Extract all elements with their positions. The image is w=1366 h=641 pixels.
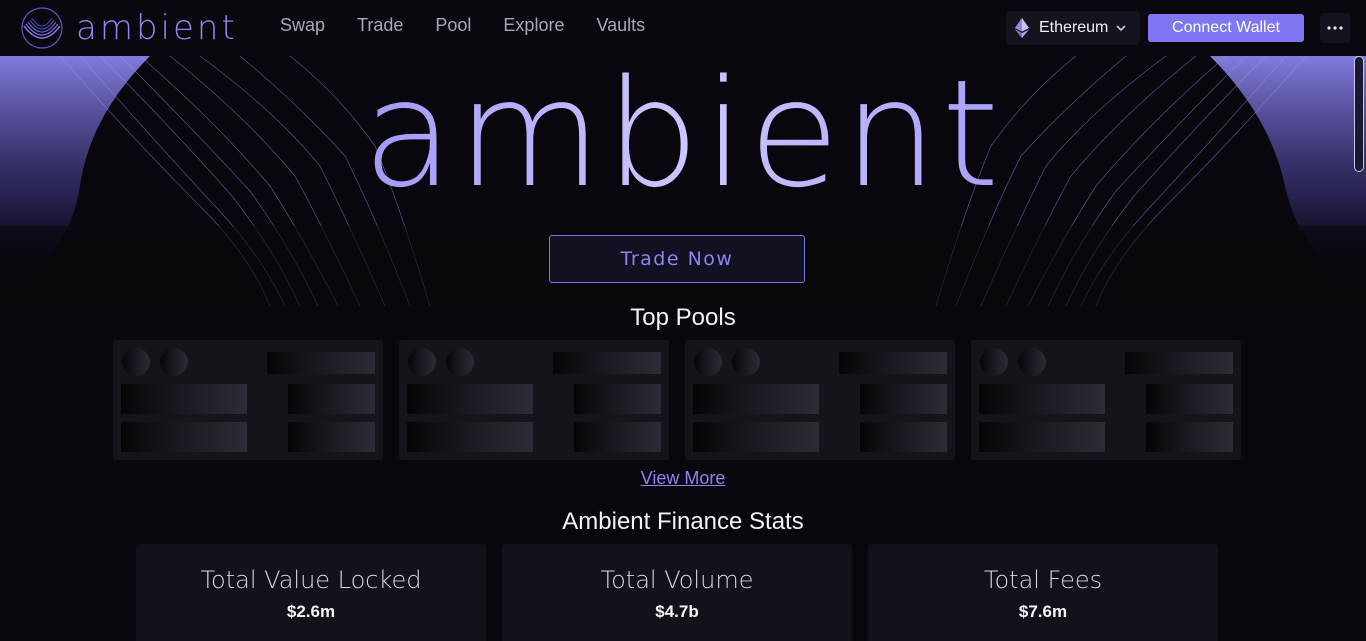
- stat-value: $7.6m: [1018, 602, 1068, 621]
- skeleton-bar: [693, 422, 819, 452]
- skeleton-bar: [693, 384, 819, 414]
- hero-title: ambient: [0, 60, 1366, 208]
- skeleton-bar: [288, 422, 375, 452]
- page-scrollbar-thumb[interactable]: [1354, 56, 1364, 172]
- stat-card-fees: Total Fees $7.6m: [868, 544, 1218, 641]
- pool-card-loading[interactable]: [399, 340, 669, 460]
- top-pools-title: Top Pools: [630, 304, 736, 331]
- token-icon-placeholder: [160, 348, 188, 376]
- nav-item-pool[interactable]: Pool: [435, 15, 471, 36]
- skeleton-bar: [1146, 384, 1233, 414]
- brand-logo[interactable]: ambient: [20, 6, 238, 50]
- skeleton-bar: [839, 352, 947, 374]
- ambient-landing-page: ambient Swap Trade Pool Explore Vaults E…: [0, 0, 1366, 641]
- chain-selector-label: Ethereum: [1039, 19, 1109, 36]
- skeleton-bar: [979, 422, 1105, 452]
- skeleton-bar: [267, 352, 375, 374]
- token-icon-placeholder: [122, 348, 150, 376]
- nav-item-vaults[interactable]: Vaults: [596, 15, 645, 36]
- skeleton-bar: [574, 422, 661, 452]
- pool-card-loading[interactable]: [971, 340, 1241, 460]
- skeleton-bar: [1125, 352, 1233, 374]
- token-icon-placeholder: [732, 348, 760, 376]
- skeleton-bar: [553, 352, 661, 374]
- token-icon-placeholder: [1018, 348, 1046, 376]
- more-options-button[interactable]: [1320, 13, 1350, 43]
- view-more-link[interactable]: View More: [641, 468, 726, 488]
- token-icon-placeholder: [694, 348, 722, 376]
- stat-label: Total Fees: [983, 566, 1103, 594]
- pool-card-loading[interactable]: [113, 340, 383, 460]
- skeleton-bar: [979, 384, 1105, 414]
- brand-logo-text: ambient: [76, 8, 238, 48]
- stat-card-volume: Total Volume $4.7b: [502, 544, 852, 641]
- nav-item-swap[interactable]: Swap: [280, 15, 325, 36]
- view-more-container: View More: [0, 468, 1366, 489]
- skeleton-bar: [288, 384, 375, 414]
- skeleton-bar: [860, 384, 947, 414]
- token-icon-placeholder: [446, 348, 474, 376]
- ambient-ring-logo-icon: [21, 7, 63, 49]
- nav-item-explore[interactable]: Explore: [503, 15, 564, 36]
- skeleton-bar: [1146, 422, 1233, 452]
- chevron-down-icon: [1116, 25, 1126, 32]
- top-pools-list: [113, 340, 1243, 460]
- stat-label: Total Volume: [600, 566, 754, 594]
- nav-item-trade[interactable]: Trade: [357, 15, 403, 36]
- stat-card-tvl: Total Value Locked $2.6m: [136, 544, 486, 641]
- skeleton-bar: [121, 384, 247, 414]
- skeleton-bar: [860, 422, 947, 452]
- chain-selector[interactable]: Ethereum: [1006, 11, 1140, 45]
- skeleton-bar: [407, 384, 533, 414]
- more-horizontal-icon: [1327, 26, 1343, 30]
- trade-now-button[interactable]: Trade Now: [549, 235, 805, 283]
- stat-value: $2.6m: [286, 602, 336, 621]
- skeleton-bar: [121, 422, 247, 452]
- main-nav: Swap Trade Pool Explore Vaults: [280, 15, 677, 36]
- top-nav-bar: ambient Swap Trade Pool Explore Vaults E…: [0, 0, 1366, 56]
- pool-card-loading[interactable]: [685, 340, 955, 460]
- stats-title: Ambient Finance Stats: [562, 508, 804, 535]
- skeleton-bar: [407, 422, 533, 452]
- hero-section: ambient Trade Now: [0, 56, 1366, 306]
- stat-value: $4.7b: [655, 602, 699, 621]
- token-icon-placeholder: [980, 348, 1008, 376]
- token-icon-placeholder: [408, 348, 436, 376]
- ethereum-icon: [1015, 18, 1029, 38]
- connect-wallet-button[interactable]: Connect Wallet: [1148, 14, 1304, 42]
- skeleton-bar: [574, 384, 661, 414]
- stat-label: Total Value Locked: [200, 566, 422, 594]
